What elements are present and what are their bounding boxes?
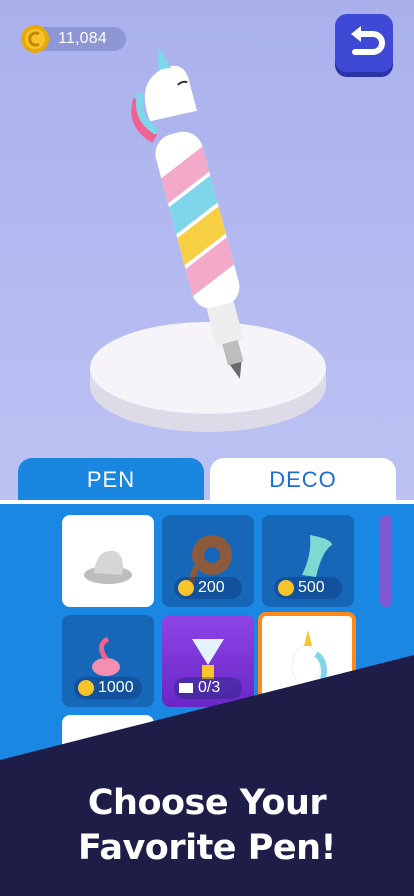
- hat-icon: [84, 550, 132, 584]
- coin-icon: [178, 580, 194, 596]
- display-pedestal: [90, 322, 326, 414]
- pen-preview: [90, 50, 326, 432]
- coin-icon: [21, 25, 49, 53]
- price-value: 200: [198, 579, 225, 596]
- item-mermaid-tail[interactable]: 500: [262, 515, 354, 607]
- headline-line-1: Choose Your: [87, 783, 327, 823]
- video-progress: 0/3: [198, 679, 221, 696]
- tab-deco[interactable]: DECO: [210, 458, 396, 500]
- item-diamond-trophy[interactable]: 0/3: [162, 615, 254, 707]
- video-icon: [179, 683, 193, 693]
- back-button[interactable]: [335, 14, 393, 72]
- scrollbar[interactable]: [380, 515, 392, 607]
- item-hat[interactable]: [62, 515, 154, 607]
- item-unicorn[interactable]: [258, 612, 356, 710]
- coin-icon: [78, 680, 94, 696]
- video-progress-tag: 0/3: [174, 677, 242, 699]
- price-tag: 500: [274, 577, 342, 599]
- headline-line-2: Favorite Pen!: [77, 828, 337, 868]
- price-value: 500: [298, 579, 325, 596]
- undo-arrow-icon: [351, 26, 385, 55]
- coin-amount: 11,084: [58, 30, 107, 47]
- item-donut[interactable]: 200: [162, 515, 254, 607]
- pen-preview-scene: 11,084: [0, 0, 414, 500]
- coin-icon: [278, 580, 294, 596]
- unicorn-head-icon: [291, 630, 327, 687]
- price-tag: 1000: [74, 677, 142, 699]
- item-flamingo[interactable]: 1000: [62, 615, 154, 707]
- price-tag: 200: [174, 577, 242, 599]
- tab-pen[interactable]: PEN: [18, 458, 204, 500]
- coin-counter: 11,084: [21, 25, 126, 53]
- price-value: 1000: [98, 679, 134, 696]
- tab-pen-label: PEN: [86, 467, 136, 492]
- tab-deco-label: DECO: [269, 467, 337, 492]
